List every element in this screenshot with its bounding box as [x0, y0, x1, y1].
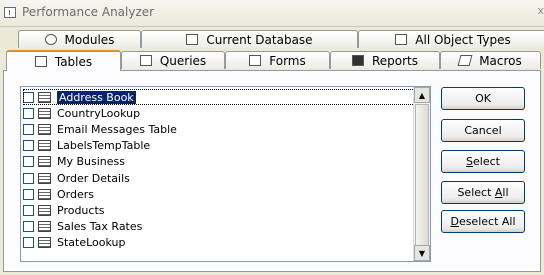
- select-all-label-prefix: Select: [457, 186, 495, 199]
- object-types-icon: [395, 34, 408, 45]
- close-button[interactable]: x: [537, 4, 544, 17]
- tab-queries[interactable]: Queries: [121, 51, 225, 69]
- select-button[interactable]: Select: [441, 150, 525, 173]
- item-label: LabelsTempTable: [57, 139, 151, 153]
- ok-label: OK: [475, 92, 491, 105]
- reports-icon: [351, 55, 364, 66]
- list-item[interactable]: StateLookup: [23, 235, 415, 251]
- item-checkbox[interactable]: [23, 140, 34, 152]
- item-checkbox[interactable]: [23, 204, 34, 216]
- tab-current-database[interactable]: Current Database: [141, 30, 358, 48]
- ok-button[interactable]: OK: [441, 87, 525, 110]
- scroll-up-button[interactable]: ▲: [414, 87, 430, 103]
- list-item[interactable]: CountryLookup: [23, 105, 415, 121]
- select-mnemonic: S: [466, 155, 474, 168]
- item-label: My Business: [57, 155, 126, 169]
- item-label: Email Messages Table: [57, 122, 177, 136]
- list-item[interactable]: Email Messages Table: [23, 121, 415, 137]
- table-icon: [38, 237, 51, 249]
- list-item[interactable]: Products: [23, 202, 415, 218]
- cancel-label: Cancel: [464, 124, 502, 137]
- select-all-label: ll: [502, 186, 509, 199]
- title-bar: Performance Analyzer x: [0, 0, 544, 27]
- table-icon: [38, 204, 51, 216]
- item-label: CountryLookup: [57, 106, 141, 120]
- tab-modules[interactable]: Modules: [18, 30, 141, 48]
- deselect-all-label: eselect All: [458, 215, 516, 228]
- tab-label: Forms: [269, 53, 306, 68]
- down-arrow-icon: ▼: [418, 248, 426, 258]
- tab-label: Queries: [159, 53, 207, 68]
- item-label: Orders: [57, 187, 94, 201]
- item-checkbox[interactable]: [23, 221, 34, 233]
- list-item[interactable]: My Business: [23, 154, 415, 170]
- scroll-thumb[interactable]: [415, 104, 429, 247]
- list-item[interactable]: Order Details: [23, 170, 415, 186]
- select-label: elect: [473, 155, 500, 168]
- up-arrow-icon: ▲: [418, 90, 426, 100]
- item-checkbox[interactable]: [23, 107, 34, 119]
- analyzer-icon: [4, 7, 16, 18]
- queries-icon: [139, 55, 152, 66]
- item-checkbox[interactable]: [23, 172, 34, 184]
- item-checkbox[interactable]: [23, 91, 34, 103]
- tab-label: Modules: [64, 32, 115, 47]
- list-item[interactable]: LabelsTempTable: [23, 138, 415, 154]
- item-checkbox[interactable]: [23, 188, 34, 200]
- tab-label: Current Database: [206, 32, 313, 47]
- table-icon: [38, 172, 51, 184]
- item-label: Sales Tax Rates: [57, 220, 143, 234]
- tab-label: All Object Types: [415, 32, 511, 47]
- list-item[interactable]: Sales Tax Rates: [23, 219, 415, 235]
- item-label: Products: [57, 203, 105, 217]
- table-icon: [38, 140, 51, 152]
- list-scrollbar[interactable]: ▲ ▼: [413, 87, 430, 261]
- deselect-all-button[interactable]: Deselect All: [441, 210, 525, 233]
- table-icon: [38, 107, 51, 119]
- tab-label: Macros: [479, 53, 522, 68]
- tab-tables[interactable]: Tables: [6, 50, 121, 71]
- database-icon: [186, 34, 199, 45]
- deselect-all-mnemonic: D: [450, 215, 459, 228]
- modules-icon: [44, 34, 57, 45]
- table-icon: [38, 188, 51, 200]
- macros-icon: [457, 55, 473, 66]
- table-icon: [34, 56, 47, 67]
- item-checkbox[interactable]: [23, 123, 34, 135]
- cancel-button[interactable]: Cancel: [441, 119, 525, 142]
- table-icon: [38, 91, 51, 103]
- list-item[interactable]: Address Book: [23, 89, 415, 105]
- list-item[interactable]: Orders: [23, 186, 415, 202]
- tab-all-object-types[interactable]: All Object Types: [358, 30, 544, 48]
- select-all-button[interactable]: Select All: [441, 181, 525, 204]
- item-checkbox[interactable]: [23, 156, 34, 168]
- forms-icon: [249, 55, 262, 66]
- table-icon: [38, 156, 51, 168]
- item-label: Order Details: [57, 171, 130, 185]
- tab-macros[interactable]: Macros: [440, 51, 541, 69]
- table-icon: [38, 123, 51, 135]
- window-title: Performance Analyzer: [22, 5, 155, 19]
- item-label: Address Book: [57, 90, 136, 104]
- tab-label: Tables: [54, 54, 93, 69]
- item-checkbox[interactable]: [23, 237, 34, 249]
- scroll-down-button[interactable]: ▼: [414, 245, 430, 261]
- table-icon: [38, 221, 51, 233]
- tab-reports[interactable]: Reports: [330, 51, 440, 69]
- tab-row-front: Tables Queries Forms Reports Macros: [3, 50, 541, 71]
- table-list[interactable]: Address Book CountryLookup Email Messages …: [20, 86, 431, 262]
- tab-label: Reports: [371, 53, 419, 68]
- select-all-mnemonic: A: [494, 186, 503, 199]
- tab-forms[interactable]: Forms: [225, 51, 330, 69]
- tab-row-back: Modules Current Database All Object Type…: [8, 30, 544, 49]
- item-label: StateLookup: [57, 236, 126, 250]
